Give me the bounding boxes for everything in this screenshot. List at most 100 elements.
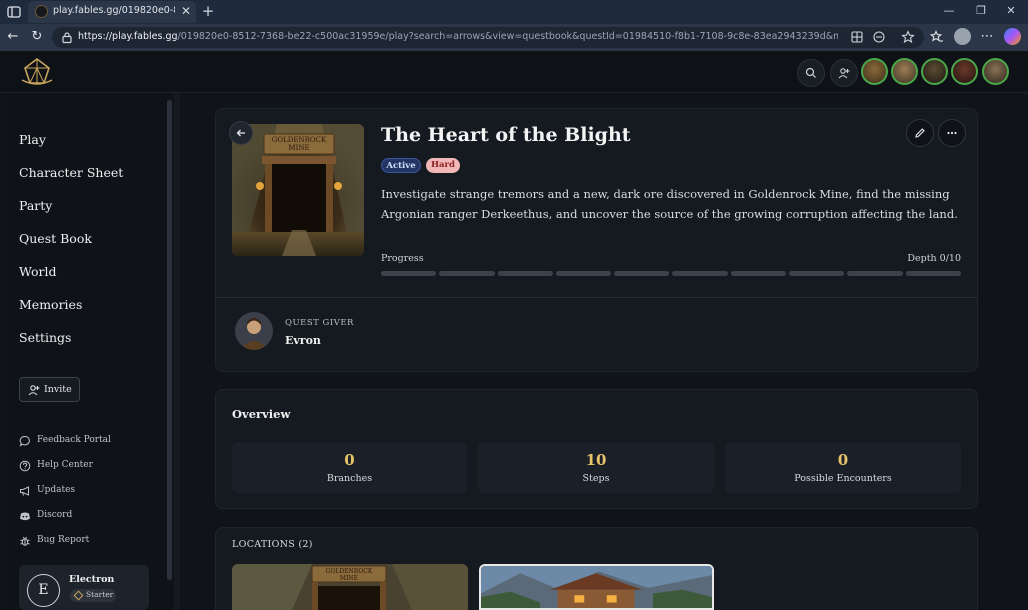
updates-link[interactable]: Updates [19, 484, 99, 498]
discord-link[interactable]: Discord [19, 509, 99, 523]
progress-segment [730, 271, 787, 276]
add-user-icon [28, 385, 40, 396]
stat-branches: 0 Branches [232, 442, 467, 493]
browser-toolbar: ← ↻ https://play.fables.gg/019820e0-8512… [0, 24, 1028, 51]
copilot-icon[interactable] [1004, 28, 1021, 45]
progress-segment [439, 271, 495, 276]
depth-label: Depth 0/10 [907, 253, 961, 264]
address-bar[interactable]: https://play.fables.gg/019820e0-8512-736… [52, 27, 924, 48]
bug-icon [20, 536, 30, 546]
party-avatar[interactable] [861, 58, 888, 85]
location-card-cabin[interactable] [479, 564, 714, 610]
tab-title: play.fables.gg/019820e0-8512-73 [53, 5, 175, 16]
fables-logo-icon[interactable] [19, 56, 55, 88]
progress-segment [555, 271, 612, 276]
locations-title: LOCATIONS (2) [232, 539, 313, 550]
browser-tab[interactable]: play.fables.gg/019820e0-8512-73 ✕ [28, 1, 196, 23]
bug-report-label: Bug Report [37, 535, 90, 545]
sidebar-item-character-sheet[interactable]: Character Sheet [19, 165, 123, 180]
discord-label: Discord [37, 510, 73, 520]
sidebar-item-memories[interactable]: Memories [19, 297, 82, 312]
bug-report-link[interactable]: Bug Report [19, 534, 99, 548]
pencil-icon [915, 128, 925, 138]
back-button[interactable] [229, 121, 253, 145]
stat-value: 0 [837, 451, 849, 469]
updates-label: Updates [37, 485, 76, 495]
overview-title: Overview [232, 407, 291, 421]
app-root: Play Character Sheet Party Quest Book Wo… [0, 51, 1028, 610]
add-user-icon [838, 68, 850, 79]
user-name: Electron [69, 574, 115, 585]
progress-label: Progress [381, 253, 424, 264]
profile-avatar-icon[interactable] [954, 28, 971, 45]
sidebar-item-quest-book[interactable]: Quest Book [19, 231, 92, 246]
restore-icon[interactable]: ❐ [966, 2, 996, 20]
sidebar: Play Character Sheet Party Quest Book Wo… [3, 94, 173, 610]
tab-actions-icon[interactable] [6, 4, 22, 20]
stat-steps: 10 Steps [478, 442, 714, 493]
add-party-member-button[interactable] [830, 59, 858, 87]
search-icon [805, 67, 816, 78]
window-close-icon[interactable]: ✕ [996, 2, 1026, 20]
sidebar-item-world[interactable]: World [19, 264, 57, 279]
sidebar-item-settings[interactable]: Settings [19, 330, 71, 345]
more-actions-button[interactable] [938, 119, 966, 147]
progress-segment [847, 271, 903, 276]
sidebar-item-party[interactable]: Party [19, 198, 52, 213]
app-header [0, 51, 1028, 93]
invite-button[interactable]: Invite [19, 377, 80, 402]
party-avatar[interactable] [921, 58, 948, 85]
edit-quest-button[interactable] [906, 119, 934, 147]
close-tab-icon[interactable]: ✕ [179, 3, 193, 19]
quest-image: GOLDENROCK MINE [232, 124, 364, 256]
more-horizontal-icon [947, 131, 957, 135]
sidebar-item-play[interactable]: Play [19, 132, 46, 147]
party-avatar[interactable] [951, 58, 978, 85]
quest-progress-bar [381, 271, 961, 276]
search-button[interactable] [797, 59, 825, 87]
party-avatar[interactable] [982, 58, 1009, 85]
sidebar-scrollbar[interactable] [167, 100, 172, 580]
quest-description: Investigate strange tremors and a new, d… [381, 187, 958, 221]
divider [215, 297, 978, 298]
help-circle-icon [19, 460, 31, 472]
status-badge: Active [381, 158, 421, 173]
chat-bubble-icon [19, 436, 30, 447]
app-available-icon[interactable] [850, 30, 864, 44]
feedback-portal-link[interactable]: Feedback Portal [19, 434, 119, 448]
stat-possible-encounters: 0 Possible Encounters [725, 442, 961, 493]
minimize-icon[interactable]: — [934, 2, 964, 20]
reload-icon[interactable]: ↻ [29, 29, 45, 45]
user-tier-badge: Starter [70, 589, 116, 602]
svg-text:MINE: MINE [288, 144, 309, 152]
difficulty-badge: Hard [426, 158, 460, 173]
url-text: https://play.fables.gg/019820e0-8512-736… [78, 31, 838, 42]
user-card[interactable]: E Electron Starter [19, 565, 149, 610]
stat-label: Possible Encounters [794, 473, 892, 484]
megaphone-icon [20, 486, 29, 496]
new-tab-icon[interactable]: + [200, 2, 216, 20]
lock-icon [62, 32, 72, 44]
tracking-prevention-icon[interactable] [872, 30, 886, 44]
arrow-left-icon [236, 129, 245, 137]
quest-giver-avatar [235, 312, 273, 350]
help-center-label: Help Center [37, 460, 93, 470]
location-card-goldenrock-mine[interactable]: GOLDENROCK MINE [232, 564, 468, 610]
back-icon[interactable]: ← [5, 29, 21, 45]
quest-giver-caption: QUEST GIVER [285, 318, 354, 328]
user-avatar: E [27, 574, 60, 607]
help-center-link[interactable]: Help Center [19, 459, 109, 473]
quest-giver-name[interactable]: Evron [285, 334, 321, 347]
feedback-portal-label: Feedback Portal [37, 435, 111, 445]
quest-image-sign-text: GOLDENROCK [272, 136, 327, 144]
more-options-icon[interactable]: ⋯ [979, 29, 995, 45]
favorites-icon[interactable] [930, 30, 944, 44]
stat-label: Branches [326, 473, 373, 484]
favorite-star-icon[interactable] [901, 30, 915, 44]
main-scrollbar[interactable] [174, 94, 180, 610]
stat-value: 10 [585, 451, 607, 469]
fables-favicon-icon [35, 5, 48, 18]
progress-segment [381, 271, 437, 276]
progress-segment [614, 271, 670, 276]
party-avatar[interactable] [891, 58, 918, 85]
